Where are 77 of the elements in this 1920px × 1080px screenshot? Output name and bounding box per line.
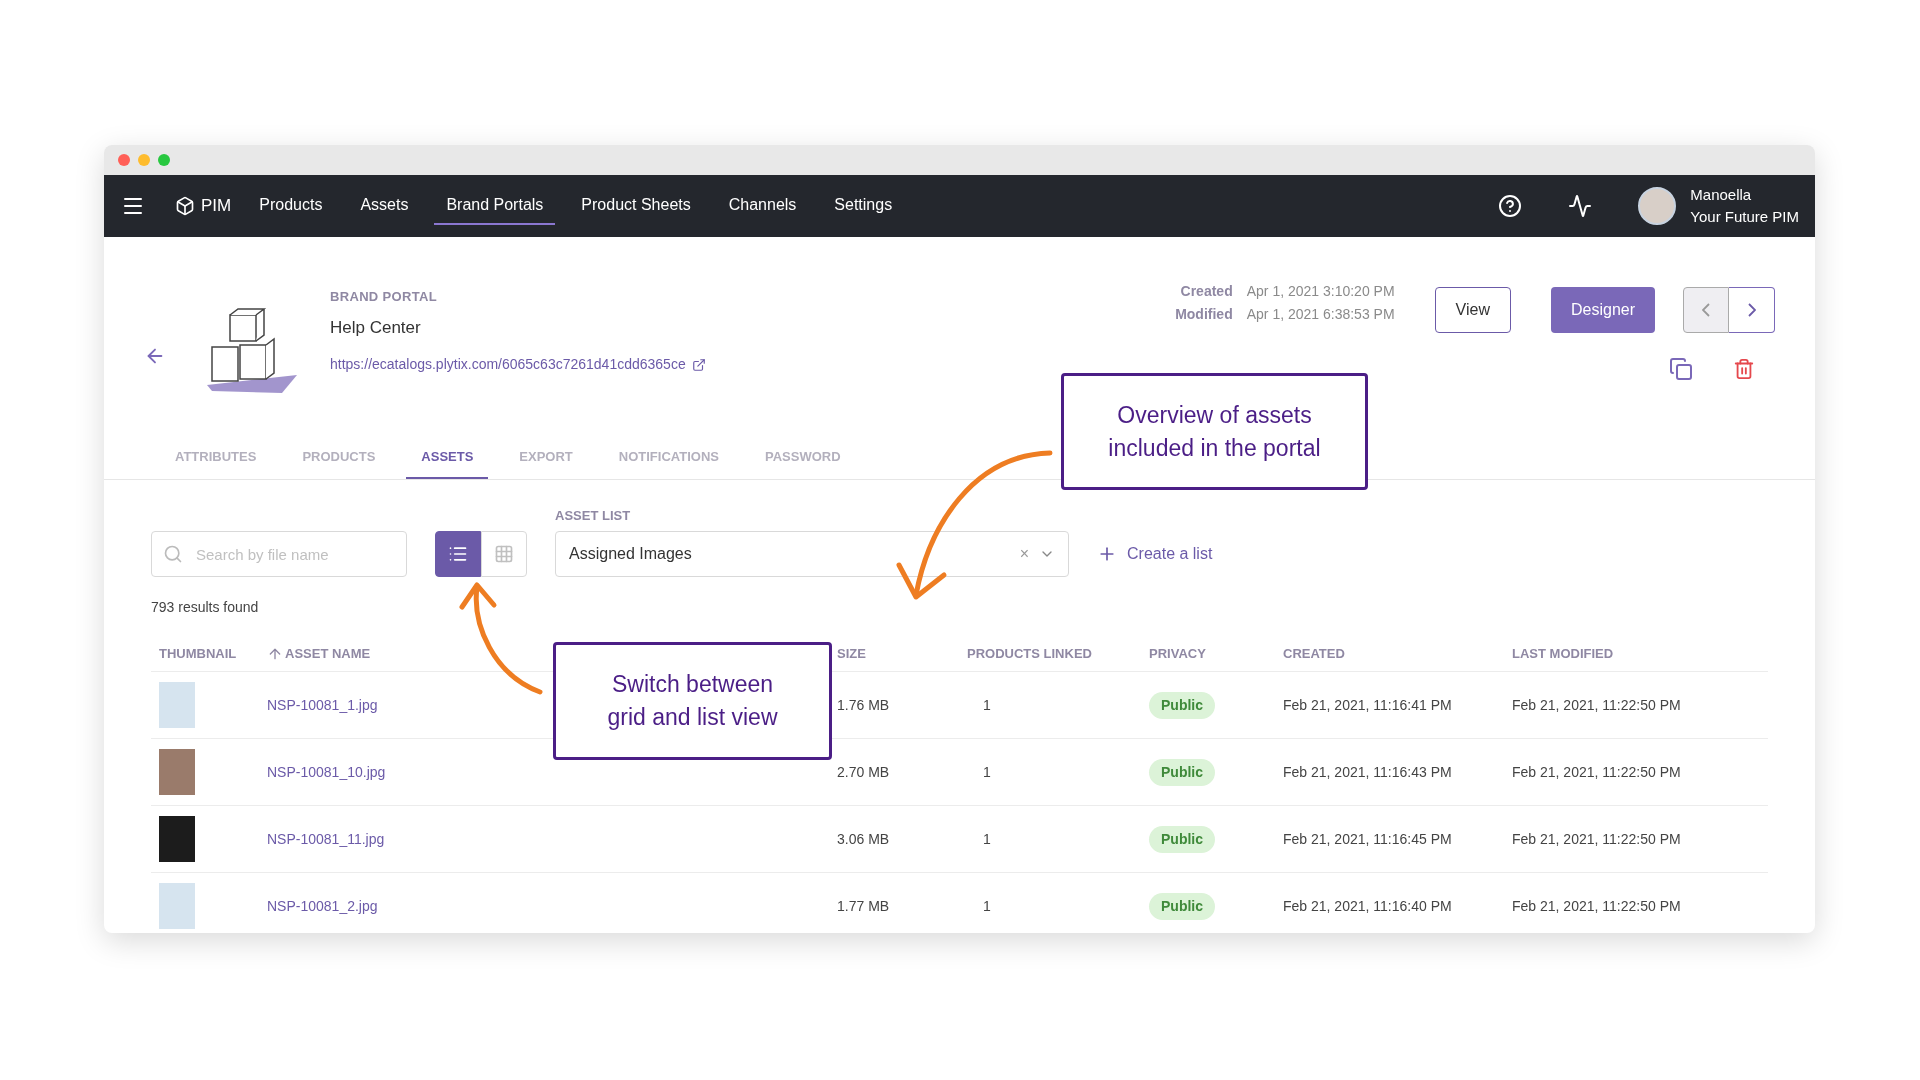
app-name: PIM	[201, 195, 232, 218]
field-label: ASSET LIST	[555, 506, 632, 525]
column-header[interactable]: LAST MODIFIED	[1512, 643, 1614, 664]
chevron-right-icon	[1747, 303, 1756, 317]
create-list-button[interactable]: Create a list	[1097, 531, 1213, 577]
nav-link[interactable]: Products	[247, 187, 335, 225]
meta-value: Apr 1, 2021 6:38:53 PM	[1246, 305, 1395, 324]
search-icon	[163, 544, 183, 564]
list-view-toggle[interactable]	[435, 531, 481, 577]
column-header[interactable]: THUMBNAIL	[159, 643, 237, 664]
table-cell: Feb 21, 2021, 11:22:50 PM	[1512, 897, 1681, 914]
grid-icon	[494, 544, 514, 564]
table-cell: 1	[983, 763, 991, 780]
asset-link[interactable]: NSP-10081_1.jpg	[267, 696, 378, 713]
table-cell: 1.76 MB	[837, 696, 890, 713]
list-icon	[448, 544, 468, 564]
table-cell: 1	[983, 696, 991, 713]
asset-list-dropdown[interactable]: Assigned Images ×	[555, 531, 1069, 577]
column-header[interactable]: CREATED	[1283, 643, 1345, 664]
column-header[interactable]: PRIVACY	[1149, 643, 1206, 664]
chevron-left-icon	[1702, 303, 1710, 317]
callout-text: Overview of assets included in the portal	[1107, 400, 1322, 463]
asset-link[interactable]: NSP-10081_2.jpg	[267, 897, 378, 914]
table-cell: 1	[983, 897, 991, 914]
status-badge: Public	[1149, 825, 1215, 853]
nav-link[interactable]: Assets	[348, 187, 421, 225]
section-label: BRAND PORTAL	[330, 288, 438, 306]
status-badge: Public	[1149, 892, 1215, 920]
tab[interactable]: ASSETS	[406, 437, 489, 479]
external-link-icon[interactable]	[691, 357, 706, 372]
meta-value: Apr 1, 2021 3:10:20 PM	[1246, 282, 1395, 301]
photo-placeholder	[159, 749, 195, 795]
photo-placeholder	[159, 883, 195, 929]
delete-icon[interactable]	[1733, 357, 1755, 381]
table-cell: Feb 21, 2021, 11:16:45 PM	[1283, 830, 1452, 847]
next-button[interactable]	[1729, 287, 1775, 333]
column-header[interactable]: PRODUCTS LINKED	[967, 643, 1092, 664]
table-cell: 1.77 MB	[837, 897, 890, 914]
copy-icon[interactable]	[1669, 357, 1693, 381]
table-cell: Feb 21, 2021, 11:16:43 PM	[1283, 763, 1452, 780]
table-cell: Feb 21, 2021, 11:22:50 PM	[1512, 763, 1681, 780]
nav-link[interactable]: Product Sheets	[569, 187, 703, 225]
meta-label: Created	[1179, 282, 1233, 301]
designer-button[interactable]: Designer	[1550, 287, 1655, 333]
organization-name: Your Future PIM	[1690, 207, 1799, 227]
table-cell: Feb 21, 2021, 11:22:50 PM	[1512, 830, 1681, 847]
status-badge: Public	[1149, 758, 1215, 786]
column-header[interactable]: ASSET NAME	[285, 643, 371, 664]
asset-link[interactable]: NSP-10081_11.jpg	[267, 830, 385, 847]
callout-text: Switch between grid and list view	[606, 670, 779, 732]
nav-link[interactable]: Settings	[822, 187, 905, 225]
table-cell: 1	[983, 830, 991, 847]
status-badge: Public	[1149, 691, 1215, 719]
search-field[interactable]: Search by file name	[151, 531, 407, 577]
table-cell: Feb 21, 2021, 11:16:40 PM	[1283, 897, 1452, 914]
table-cell: Feb 21, 2021, 11:16:41 PM	[1283, 696, 1452, 713]
close-window-control[interactable]	[118, 154, 130, 166]
avatar[interactable]	[1638, 187, 1677, 225]
portal-link[interactable]: https://ecatalogs.plytix.com/6065c63c7261d41cdd6365ce	[330, 354, 686, 375]
view-button[interactable]: View	[1434, 287, 1511, 333]
user-name: Manoella	[1690, 185, 1753, 205]
meta-label: Modified	[1174, 305, 1233, 324]
nav-link[interactable]: Channels	[716, 187, 809, 225]
activity-icon[interactable]	[1568, 194, 1593, 218]
results-count: 793 results found	[150, 598, 260, 617]
table-cell: 3.06 MB	[837, 830, 890, 847]
column-header[interactable]: SIZE	[837, 643, 866, 664]
nav-link[interactable]: Brand Portals	[434, 187, 556, 225]
table-cell: Feb 21, 2021, 11:22:50 PM	[1512, 696, 1681, 713]
help-icon[interactable]	[1498, 194, 1523, 218]
table-cell: 2.70 MB	[837, 763, 890, 780]
asset-link[interactable]: NSP-10081_10.jpg	[267, 763, 386, 780]
cube-icon	[175, 196, 195, 216]
portal-title: Help Center	[330, 316, 422, 339]
photo-placeholder	[159, 816, 195, 862]
grid-view-toggle[interactable]	[481, 531, 527, 577]
photo-placeholder	[159, 682, 195, 728]
